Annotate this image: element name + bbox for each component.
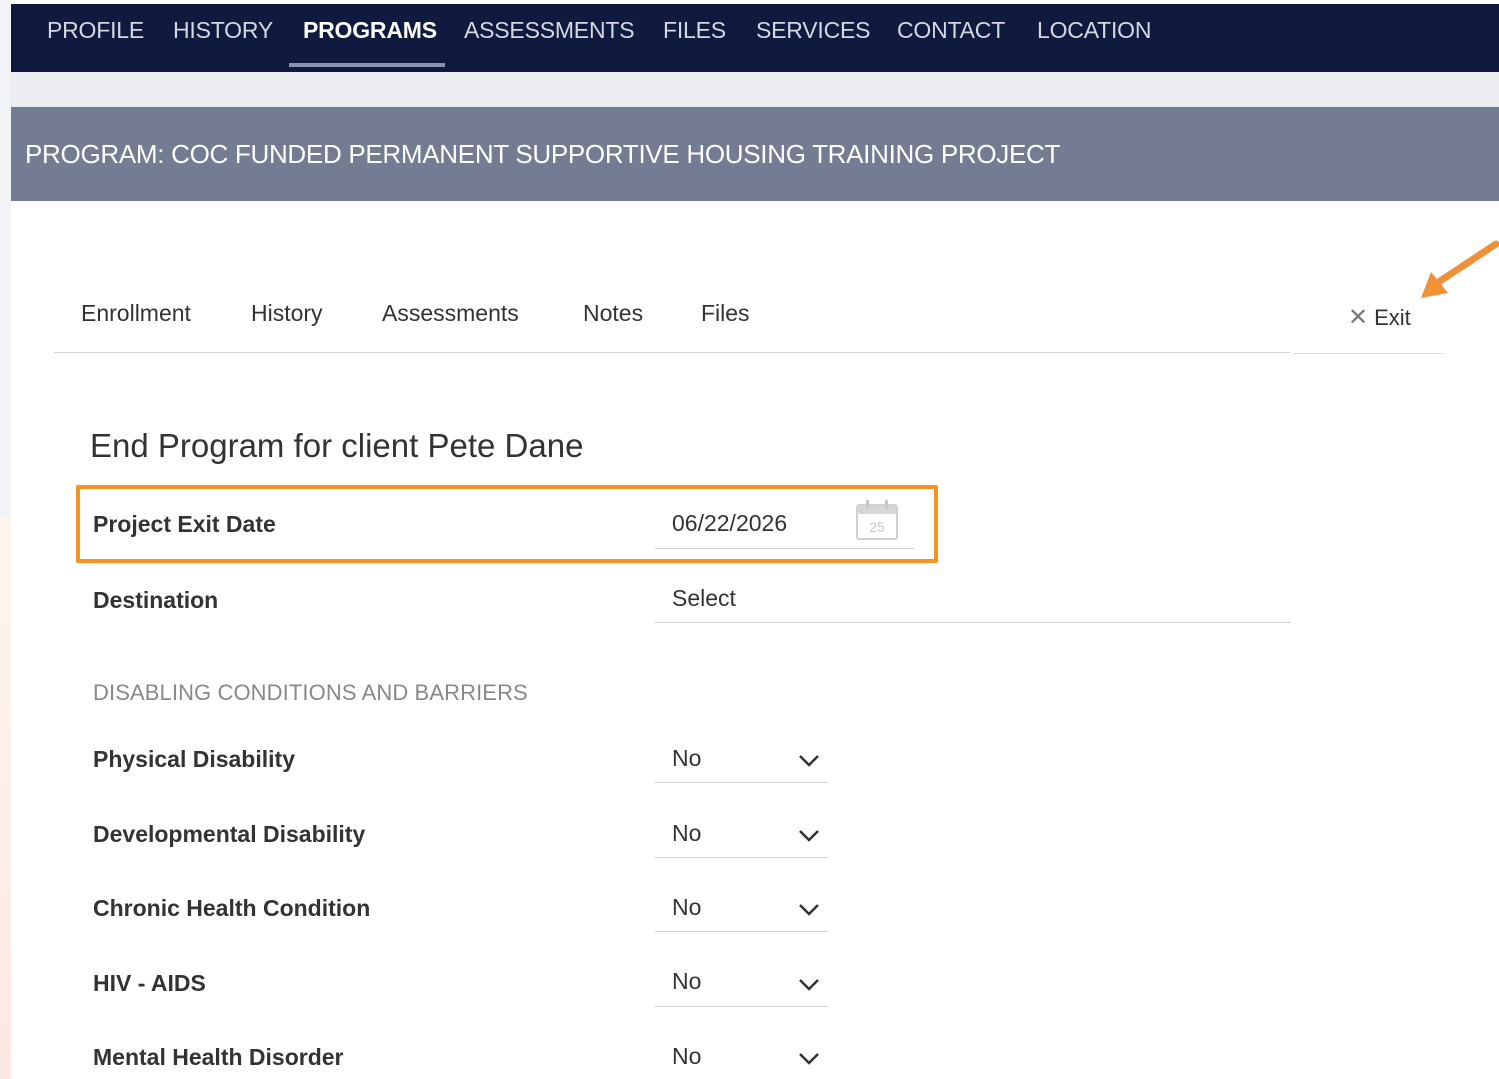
left-edge-background	[0, 0, 11, 517]
nav-item-location[interactable]: LOCATION	[1037, 4, 1151, 72]
tab-files[interactable]: Files	[701, 300, 750, 327]
exit-date-underline	[655, 548, 914, 549]
nav-item-files[interactable]: FILES	[663, 4, 726, 72]
developmental-disability-select[interactable]: No	[672, 820, 701, 847]
active-tab-indicator	[289, 63, 445, 67]
form-title: End Program for client Pete Dane	[90, 427, 584, 464]
physical-disability-underline	[655, 782, 828, 783]
top-navigation: PROFILE HISTORY PROGRAMS ASSESSMENTS FIL…	[11, 4, 1499, 72]
left-edge-background-lower	[0, 517, 11, 1079]
nav-item-programs[interactable]: PROGRAMS	[303, 4, 437, 72]
physical-disability-select[interactable]: No	[672, 745, 701, 772]
calendar-day-text: 25	[869, 519, 885, 535]
mental-health-select[interactable]: No	[672, 1043, 701, 1070]
program-title: PROGRAM: COC FUNDED PERMANENT SUPPORTIVE…	[25, 139, 1061, 169]
chevron-down-icon[interactable]	[798, 754, 820, 768]
exit-date-input[interactable]: 06/22/2026	[672, 510, 787, 537]
nav-item-history[interactable]: HISTORY	[173, 4, 273, 72]
arrow-icon	[1421, 240, 1499, 298]
tab-notes[interactable]: Notes	[583, 300, 643, 327]
nav-spacer	[11, 72, 1499, 107]
developmental-disability-underline	[655, 857, 828, 858]
program-header: PROGRAM: COC FUNDED PERMANENT SUPPORTIVE…	[11, 107, 1499, 201]
nav-item-services[interactable]: SERVICES	[756, 4, 871, 72]
chevron-down-icon[interactable]	[798, 978, 820, 992]
chevron-down-icon[interactable]	[798, 829, 820, 843]
chevron-down-icon[interactable]	[798, 1052, 820, 1066]
physical-disability-label: Physical Disability	[93, 746, 295, 772]
exit-label: Exit	[1374, 305, 1411, 330]
close-icon: ✕	[1348, 304, 1369, 331]
nav-item-assessments[interactable]: ASSESSMENTS	[464, 4, 635, 72]
nav-item-contact[interactable]: CONTACT	[897, 4, 1005, 72]
section-heading: DISABLING CONDITIONS AND BARRIERS	[93, 680, 528, 705]
exit-date-label: Project Exit Date	[93, 511, 276, 537]
developmental-disability-label: Developmental Disability	[93, 821, 366, 847]
hiv-aids-underline	[655, 1006, 828, 1007]
chronic-health-label: Chronic Health Condition	[93, 895, 371, 921]
destination-select[interactable]: Select	[672, 585, 736, 612]
tab-history[interactable]: History	[251, 300, 323, 327]
hiv-aids-label: HIV - AIDS	[93, 970, 206, 996]
calendar-icon[interactable]: 25	[855, 499, 899, 541]
tab-enrollment[interactable]: Enrollment	[81, 300, 191, 327]
exit-divider	[1292, 353, 1445, 354]
chevron-down-icon[interactable]	[798, 903, 820, 917]
hiv-aids-select[interactable]: No	[672, 968, 701, 995]
nav-item-profile[interactable]: PROFILE	[47, 4, 144, 72]
destination-label: Destination	[93, 587, 219, 613]
tab-assessments[interactable]: Assessments	[382, 300, 519, 327]
chronic-health-underline	[655, 931, 828, 932]
destination-underline	[655, 622, 1291, 623]
tabs-divider	[54, 352, 1290, 353]
chronic-health-select[interactable]: No	[672, 894, 701, 921]
exit-button[interactable]: ✕ Exit	[1348, 303, 1411, 332]
mental-health-label: Mental Health Disorder	[93, 1044, 344, 1070]
